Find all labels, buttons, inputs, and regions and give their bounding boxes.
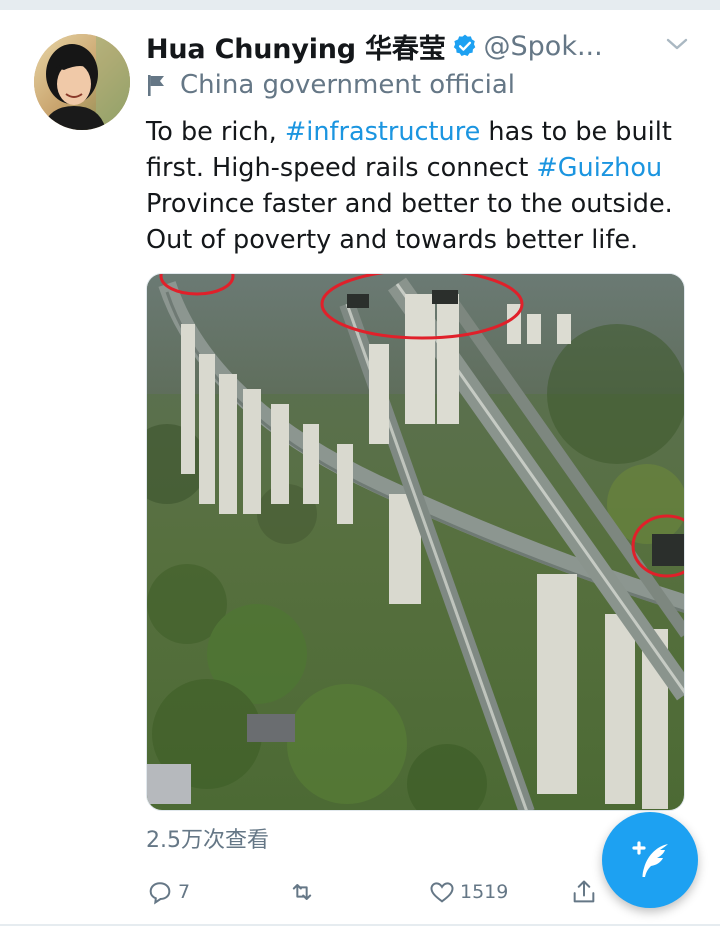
tweet-media[interactable] (146, 273, 685, 811)
reply-icon (149, 882, 171, 905)
avatar-image (34, 34, 130, 130)
reply-count: 7 (178, 881, 191, 903)
avatar[interactable] (34, 34, 130, 130)
label-text: China government official (180, 70, 516, 100)
hashtag-link[interactable]: #Guizhou (536, 153, 662, 183)
reply-button[interactable]: 7 (146, 872, 190, 912)
tweet-header: Hua Chunying 华春莹 @Spok... (146, 27, 666, 66)
verified-badge-icon (453, 34, 475, 56)
compose-tweet-icon (632, 841, 668, 877)
government-label: China government official (146, 68, 515, 102)
tweet[interactable]: Hua Chunying 华春莹 @Spok... China governme… (0, 10, 720, 927)
media-image (147, 274, 684, 810)
retweet-icon (292, 884, 312, 900)
display-name[interactable]: Hua Chunying 华春莹 (146, 27, 446, 66)
retweet-button[interactable] (288, 872, 320, 912)
tweet-text-segment: To be rich, (146, 117, 285, 147)
bottom-divider (0, 924, 720, 926)
like-count: 1519 (460, 881, 509, 903)
top-divider (0, 0, 720, 10)
action-bar: 7 1519 (146, 872, 606, 912)
like-button[interactable]: 1519 (428, 872, 508, 912)
heart-icon (430, 882, 454, 903)
tweet-text-segment: Province faster and better to the outsid… (146, 189, 673, 255)
chevron-down-icon[interactable] (664, 34, 690, 54)
view-count: 2.5万次查看 (146, 828, 269, 853)
share-icon (573, 880, 595, 903)
hashtag-link[interactable]: #infrastructure (285, 117, 480, 147)
compose-tweet-button[interactable] (602, 812, 698, 908)
share-button[interactable] (570, 872, 598, 912)
flag-icon (148, 75, 164, 96)
handle[interactable]: @Spok... (484, 31, 603, 62)
tweet-text: To be rich, #infrastructure has to be bu… (146, 114, 706, 258)
